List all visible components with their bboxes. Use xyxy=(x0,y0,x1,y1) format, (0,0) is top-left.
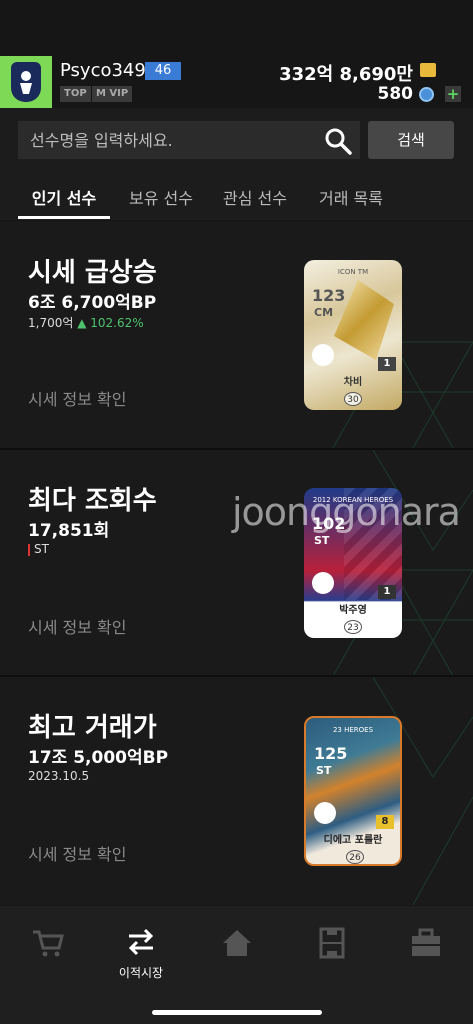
price-info-link[interactable]: 시세 정보 확인 xyxy=(28,614,127,638)
fc-amount: 580 xyxy=(377,84,414,104)
player-card[interactable]: ICON TM 123 CM 1 차비 30 xyxy=(304,260,402,410)
add-fc-button[interactable]: + xyxy=(445,86,461,102)
card-position: CM xyxy=(314,306,334,319)
player-card[interactable]: 23 HEROES 125 ST 8 디에고 포를란 26 xyxy=(304,716,402,866)
card-pay: 23 xyxy=(344,620,362,634)
card-ovr: 102 xyxy=(312,514,346,533)
search-button[interactable]: 검색 xyxy=(368,121,454,159)
section-price-surge[interactable]: 시세 급상승 6조 6,700억BP 1,700억 ▲ 102.62% 시세 정… xyxy=(0,222,473,448)
card-season: 23 HEROES xyxy=(332,726,374,734)
player-name: 디에고 포를란 xyxy=(323,835,383,846)
club-logo[interactable] xyxy=(0,56,52,108)
position-label: ST xyxy=(34,542,49,556)
top-badge: TOP xyxy=(60,86,91,102)
player-photo xyxy=(312,344,334,366)
search-icon[interactable] xyxy=(323,126,353,156)
card-ovr: 123 xyxy=(312,286,346,305)
section-value: 6조 6,700억BP xyxy=(28,293,157,313)
price-info-link[interactable]: 시세 정보 확인 xyxy=(28,841,127,865)
card-season: 2012 KOREAN HEROES xyxy=(312,496,394,504)
section-sub: ST xyxy=(28,542,49,556)
vip-badge: M VIP xyxy=(92,86,133,102)
card-pay: 30 xyxy=(344,392,362,406)
card-pay: 26 xyxy=(346,850,364,864)
player-name: 차비 xyxy=(343,377,363,388)
home-indicator xyxy=(152,1010,322,1015)
base-price: 1,700억 xyxy=(28,316,74,330)
briefcase-icon xyxy=(412,928,440,956)
position-marker xyxy=(28,543,30,556)
card-season: ICON TM xyxy=(337,268,369,276)
player-card[interactable]: 2012 KOREAN HEROES 102 ST 1 박주영 23 xyxy=(304,488,402,638)
home-icon xyxy=(223,930,251,956)
price-change: ▲ 102.62% xyxy=(77,316,144,330)
section-sub: 1,700억 ▲ 102.62% xyxy=(28,314,144,331)
section-value: 17,851회 xyxy=(28,521,110,541)
club-crest-icon xyxy=(11,62,41,102)
top-header: Psyco349 46 TOP M VIP 332억 8,690만 580 + xyxy=(0,0,473,108)
player-photo xyxy=(312,572,334,594)
search-area: 검색 인기 선수 보유 선수 관심 선수 거래 목록 xyxy=(0,108,473,220)
card-grade: 8 xyxy=(376,815,394,829)
tab-watchlist[interactable]: 관심 선수 xyxy=(220,183,290,219)
nav-inventory[interactable] xyxy=(396,926,456,964)
nav-squad[interactable] xyxy=(302,926,362,964)
card-art xyxy=(344,488,402,600)
section-title: 최고 거래가 xyxy=(28,713,157,743)
section-highest-price[interactable]: 최고 거래가 17조 5,000억BP 2023.10.5 시세 정보 확인 xyxy=(0,677,473,905)
tab-popular[interactable]: 인기 선수 xyxy=(18,183,110,219)
card-ovr: 125 xyxy=(314,744,348,763)
section-most-viewed[interactable]: 최다 조회수 17,851회 ST 시세 정보 확인 xyxy=(0,450,473,676)
level-badge: 46 xyxy=(145,62,181,80)
tab-owned[interactable]: 보유 선수 xyxy=(126,183,196,219)
fc-coin-icon xyxy=(419,87,434,102)
bp-amount: 332억 8,690만 xyxy=(279,64,413,85)
section-title: 시세 급상승 xyxy=(28,258,157,288)
nav-home[interactable] xyxy=(207,926,267,964)
card-position: ST xyxy=(316,764,332,777)
card-grade: 1 xyxy=(378,585,396,599)
search-input[interactable] xyxy=(18,121,360,159)
tab-trade-list[interactable]: 거래 목록 xyxy=(315,183,387,219)
nav-label: 이적시장 xyxy=(118,966,164,980)
player-name: 박주영 xyxy=(339,605,367,616)
cart-icon xyxy=(33,930,64,957)
bp-coin-icon xyxy=(420,63,436,77)
bottom-nav: 이적시장 xyxy=(0,906,473,1024)
username: Psyco349 xyxy=(60,60,146,81)
section-sub: 2023.10.5 xyxy=(28,769,90,783)
card-position: ST xyxy=(314,534,330,547)
nav-shop[interactable] xyxy=(18,926,78,964)
price-info-link[interactable]: 시세 정보 확인 xyxy=(28,386,127,410)
card-grade: 1 xyxy=(378,357,396,371)
section-title: 최다 조회수 xyxy=(28,486,157,516)
section-value: 17조 5,000억BP xyxy=(28,748,169,768)
pitch-icon xyxy=(319,927,345,959)
transfer-icon xyxy=(128,928,154,956)
player-photo xyxy=(314,802,336,824)
nav-transfer-market[interactable]: 이적시장 xyxy=(111,926,171,981)
